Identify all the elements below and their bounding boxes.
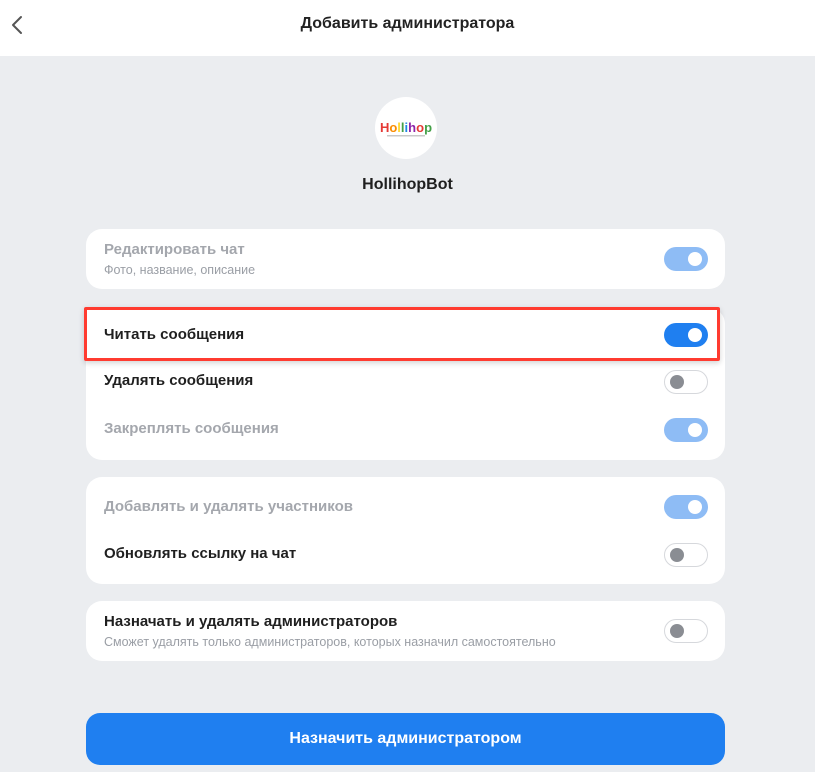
permission-title: Читать сообщения	[104, 326, 245, 343]
permission-title: Закреплять сообщения	[104, 420, 279, 437]
bot-avatar: Hollihop	[375, 97, 437, 159]
read-messages-toggle[interactable]	[664, 323, 708, 347]
permission-group-chat: Редактировать чат Фото, название, описан…	[86, 229, 725, 289]
permission-title: Удалять сообщения	[104, 372, 254, 389]
permission-pin-messages[interactable]: Закреплять сообщения	[86, 418, 725, 442]
highlight-read-messages[interactable]: Читать сообщения	[84, 307, 720, 361]
svg-text:Hollihop: Hollihop	[380, 120, 432, 135]
add-members-toggle[interactable]	[664, 495, 708, 519]
header-bar: Добавить администратора	[0, 0, 815, 56]
edit-chat-toggle[interactable]	[664, 247, 708, 271]
permission-group-admins: Назначать и удалять администраторов Смож…	[86, 601, 725, 661]
page-title: Добавить администратора	[300, 15, 515, 32]
delete-messages-toggle[interactable]	[664, 370, 708, 394]
permission-title: Обновлять ссылку на чат	[104, 545, 297, 562]
update-link-toggle[interactable]	[664, 543, 708, 567]
permission-manage-admins[interactable]: Назначать и удалять администраторов Смож…	[86, 601, 725, 661]
permission-title: Редактировать чат	[104, 241, 245, 258]
permission-add-remove-members[interactable]: Добавлять и удалять участников	[86, 495, 725, 519]
permission-subtitle: Сможет удалять только администраторов, к…	[104, 635, 556, 649]
permission-title: Назначать и удалять администраторов	[104, 613, 398, 630]
bot-name: HollihopBot	[362, 176, 453, 193]
permission-delete-messages[interactable]: Удалять сообщения	[86, 370, 725, 394]
permission-subtitle: Фото, название, описание	[104, 263, 256, 277]
permission-group-members: Добавлять и удалять участников Обновлять…	[86, 477, 725, 584]
hollihop-logo: Hollihop	[380, 120, 432, 137]
permission-update-link[interactable]: Обновлять ссылку на чат	[86, 543, 725, 567]
manage-admins-toggle[interactable]	[664, 619, 708, 643]
permission-edit-chat[interactable]: Редактировать чат Фото, название, описан…	[86, 229, 725, 289]
permission-title: Добавлять и удалять участников	[104, 498, 353, 515]
assign-admin-button[interactable]: Назначить администратором	[86, 713, 725, 765]
pin-messages-toggle[interactable]	[664, 418, 708, 442]
